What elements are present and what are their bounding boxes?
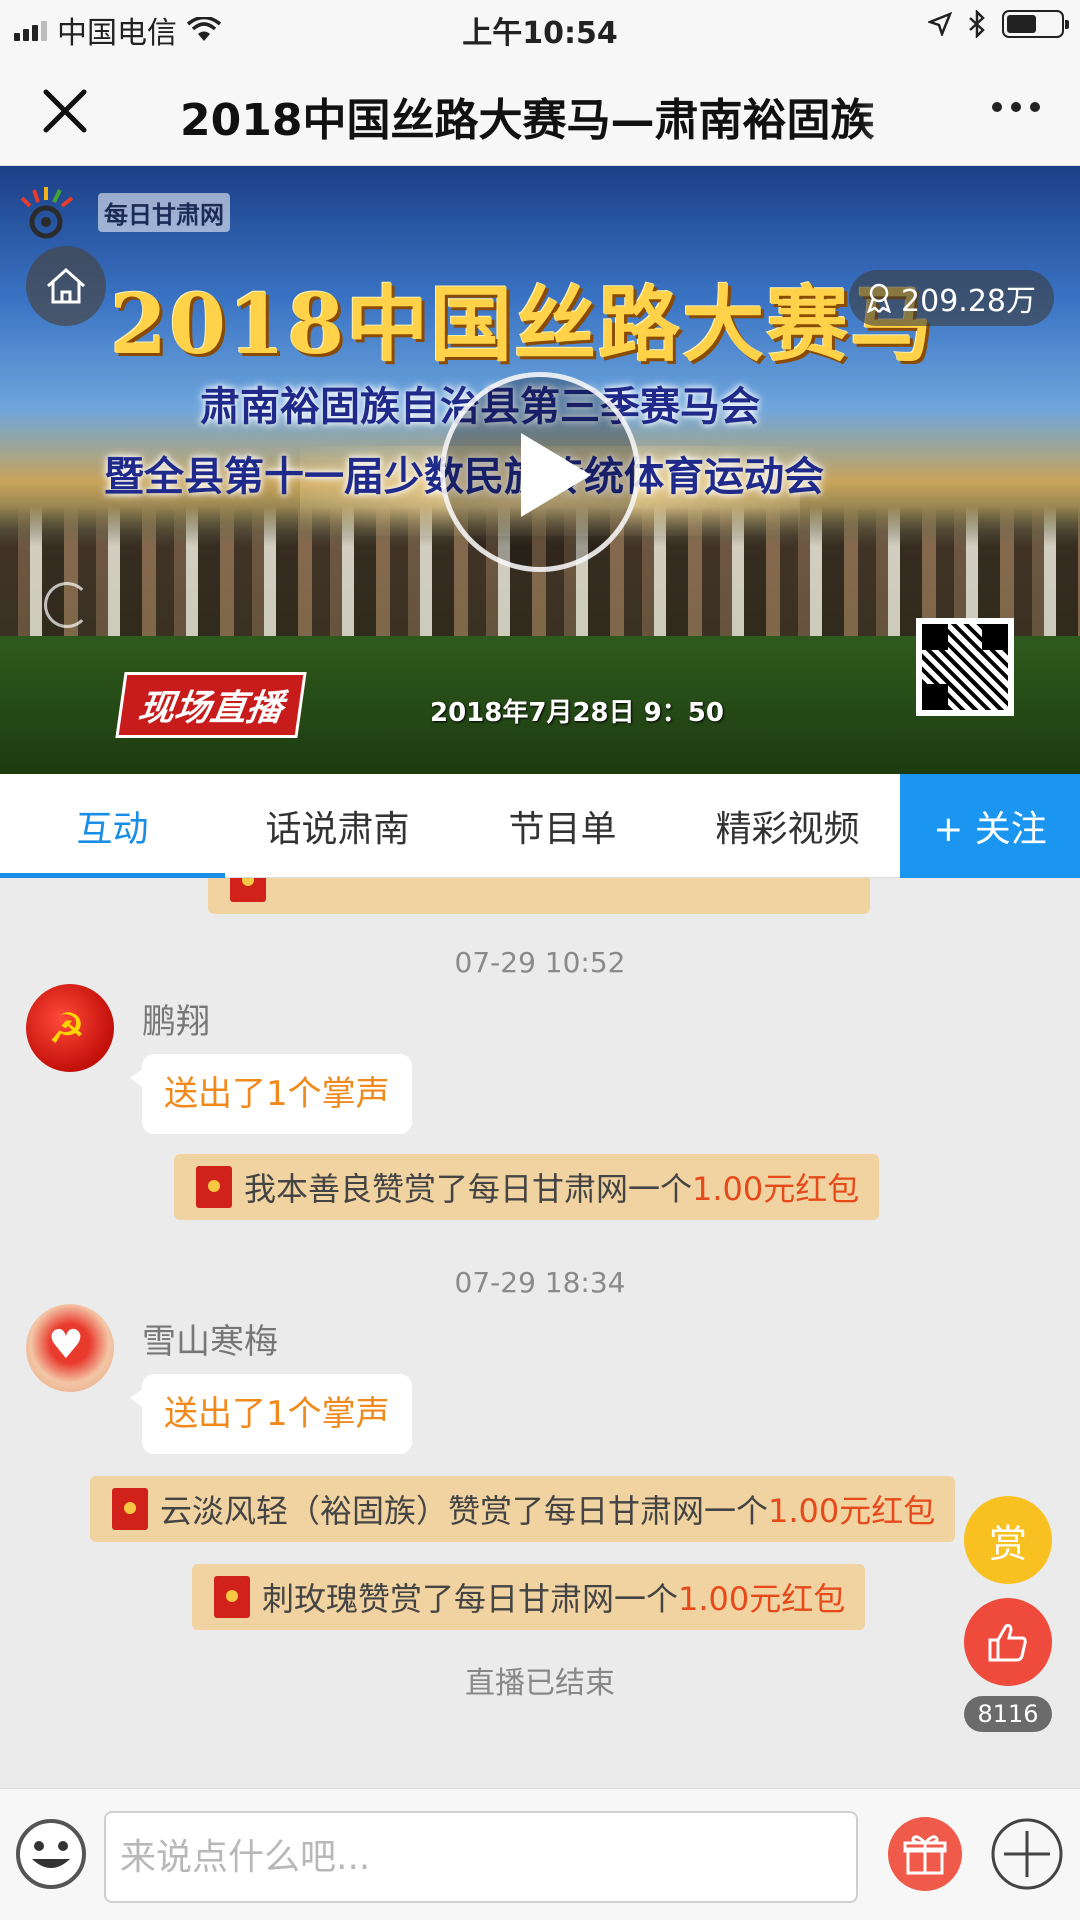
view-count-badge: 209.28万 <box>849 270 1054 326</box>
reward-button[interactable]: 赏 <box>964 1496 1052 1584</box>
reward-message: 云淡风轻（裕固族）赞赏了每日甘肃网一个 1.00元红包 <box>90 1476 956 1542</box>
brand-logo: 每日甘肃网 <box>18 184 230 240</box>
tab-program-list[interactable]: 节目单 <box>450 774 675 878</box>
username: 雪山寒梅 <box>142 1322 278 1362</box>
close-icon[interactable] <box>38 84 92 138</box>
red-envelope-icon <box>196 1166 232 1208</box>
battery-icon <box>1002 10 1069 38</box>
timestamp: 07-29 10:52 <box>454 946 626 979</box>
location-arrow-icon <box>928 12 952 36</box>
chat-feed[interactable]: 07-29 10:52 ☭ 鹏翔 送出了1个掌声 我本善良赞赏了每日甘肃网一个 1… <box>0 878 1080 1788</box>
reward-text: 刺玫瑰赞赏了每日甘肃网一个 <box>262 1580 679 1618</box>
status-time: 上午10:54 <box>462 16 618 51</box>
red-envelope-icon <box>214 1576 250 1618</box>
gift-icon <box>903 1835 947 1875</box>
follow-button[interactable]: + 关注 <box>900 774 1080 878</box>
video-player[interactable]: 每日甘肃网 2018中国丝路大赛马 肃南裕固族自治县第三季赛马会 暨全县第十一届… <box>0 166 1080 774</box>
red-envelope-icon <box>230 878 266 902</box>
username: 鹏翔 <box>142 1002 210 1042</box>
tab-bar: 互动 话说肃南 节目单 精彩视频 + 关注 <box>0 774 1080 878</box>
reward-text: 我本善良赞赏了每日甘肃网一个 <box>244 1170 693 1208</box>
broadcast-date: 2018年7月28日 9：50 <box>430 698 724 728</box>
reward-message: 我本善良赞赏了每日甘肃网一个 1.00元红包 <box>174 1154 880 1220</box>
banner-headline: 2018中国丝路大赛马 <box>110 277 935 373</box>
home-button[interactable] <box>26 246 106 326</box>
comment-input[interactable] <box>104 1811 858 1903</box>
avatar[interactable]: ♥ <box>26 1304 114 1392</box>
status-right <box>928 10 1069 38</box>
live-ended-notice: 直播已结束 <box>465 1666 615 1701</box>
play-button[interactable] <box>440 372 640 572</box>
reward-text: 云淡风轻（裕固族）赞赏了每日甘肃网一个 <box>160 1492 769 1530</box>
avatar[interactable]: ☭ <box>26 984 114 1072</box>
brand-name: 每日甘肃网 <box>98 192 230 232</box>
page-title: 2018中国丝路大赛马—肃南裕固族 <box>180 84 940 148</box>
reward-amount: 1.00元红包 <box>692 1170 860 1208</box>
more-menu-icon[interactable] <box>992 102 1040 112</box>
status-bar: 中国电信 上午10:54 <box>0 0 1080 54</box>
qr-code <box>916 618 1014 716</box>
reward-message: 刺玫瑰赞赏了每日甘肃网一个 1.00元红包 <box>192 1564 866 1630</box>
nav-bar: 2018中国丝路大赛马—肃南裕固族 <box>0 54 1080 166</box>
plus-icon[interactable] <box>990 1817 1064 1891</box>
tab-interaction[interactable]: 互动 <box>0 774 225 878</box>
view-count: 209.28万 <box>901 284 1036 319</box>
chat-bubble: 送出了1个掌声 <box>130 1374 412 1454</box>
reward-amount: 1.00元红包 <box>768 1492 936 1530</box>
chat-bubble: 送出了1个掌声 <box>130 1054 412 1134</box>
live-badge: 现场直播 <box>115 672 307 738</box>
reward-message-partial <box>208 878 870 914</box>
brand-logo-icon <box>20 187 74 239</box>
red-envelope-icon <box>112 1488 148 1530</box>
loading-spinner-icon <box>44 582 90 628</box>
tab-talk-sunan[interactable]: 话说肃南 <box>225 774 450 878</box>
tab-videos[interactable]: 精彩视频 <box>675 774 900 878</box>
like-count: 8116 <box>964 1696 1052 1732</box>
thumbs-up-icon <box>988 1624 1027 1662</box>
viewer-icon <box>867 283 891 313</box>
like-button[interactable] <box>964 1598 1052 1686</box>
bluetooth-icon <box>969 10 985 38</box>
gift-button[interactable] <box>888 1817 962 1891</box>
timestamp: 07-29 18:34 <box>454 1266 626 1299</box>
home-icon <box>47 267 85 304</box>
reward-amount: 1.00元红包 <box>678 1580 846 1618</box>
comment-bar <box>0 1788 1080 1920</box>
emoji-icon[interactable] <box>14 1817 88 1891</box>
